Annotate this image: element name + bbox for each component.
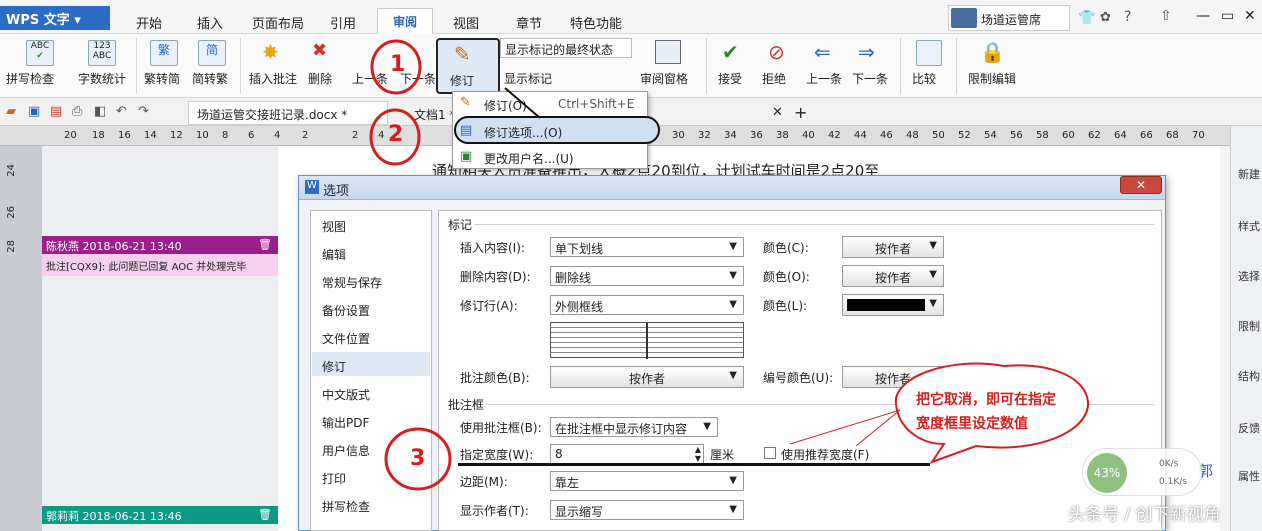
step-1-label: 1 [390, 52, 406, 77]
network-up: 0K/s [1159, 459, 1179, 469]
network-percent: 43% [1087, 453, 1127, 493]
step-3-label: 3 [410, 446, 426, 471]
network-down: 0.1K/s [1159, 477, 1187, 487]
network-speed-widget[interactable]: 43% 0K/s 0.1K/s [1082, 448, 1202, 496]
watermark: 头条号 / 创下新视角 [1068, 505, 1221, 525]
annotation-note: 把它取消，即可在指定宽度框里设定数值 [916, 392, 1056, 432]
annotation-overlay [369, 39, 1090, 491]
step-2-label: 2 [388, 122, 404, 147]
